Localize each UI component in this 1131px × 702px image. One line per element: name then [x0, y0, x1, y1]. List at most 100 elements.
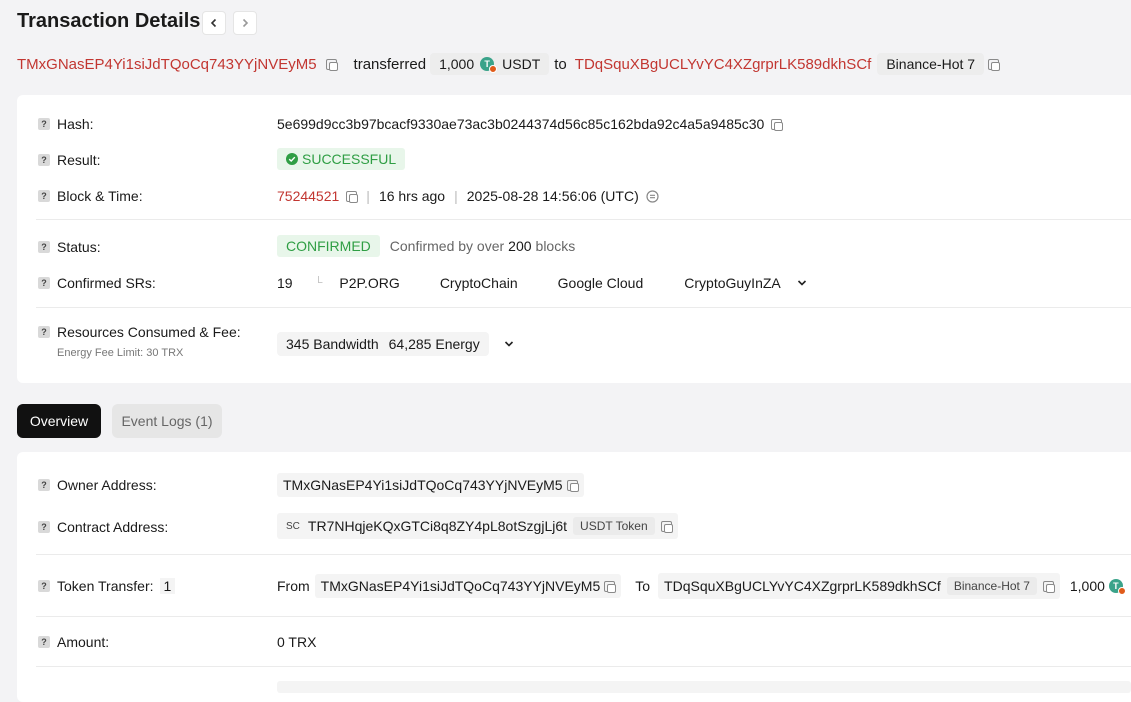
help-icon[interactable]: ? — [38, 154, 50, 166]
tree-connector: └ — [314, 277, 323, 289]
result-value: SUCCESSFUL — [302, 151, 397, 167]
block-time: 2025-08-28 14:56:06 (UTC) — [466, 188, 639, 204]
contract-address[interactable]: TR7NHqjeKQxGTCi8q8ZY4pL8otSzgjLj6t — [308, 518, 567, 534]
transfer-to-address[interactable]: TDqSquXBgUCLYvYC4XZgrprLK589dkhSCf — [664, 578, 941, 594]
help-icon[interactable]: ? — [38, 190, 50, 202]
help-icon[interactable]: ? — [38, 521, 50, 533]
sr-item[interactable]: CryptoChain — [440, 275, 518, 291]
usdt-token-icon: T — [480, 57, 498, 73]
block-value-row: 75244521 | 16 hrs ago | 2025-08-28 14:56… — [277, 188, 659, 204]
next-button[interactable] — [233, 11, 257, 35]
copy-icon[interactable] — [604, 580, 617, 593]
smart-contract-icon: SC — [286, 520, 300, 532]
check-circle-icon — [286, 153, 298, 165]
to-address-link[interactable]: TDqSquXBgUCLYvYC4XZgrprLK589dkhSCf — [575, 56, 872, 73]
token-symbol[interactable]: USDT — [502, 56, 540, 72]
to-text: To — [635, 578, 651, 594]
help-icon[interactable]: ? — [38, 479, 50, 491]
srs-count: 19 — [277, 275, 293, 291]
divider — [36, 307, 1131, 308]
copy-icon[interactable] — [325, 58, 338, 71]
result-value-row: SUCCESSFUL — [277, 148, 406, 170]
result-label: Result: — [57, 152, 101, 168]
block-label-row: ? Block & Time: — [38, 188, 143, 204]
transfer-value-row: From TMxGNasEP4Yi1siJdTQoCq743YYjNVEyM5 … — [277, 573, 1126, 599]
transfer-count: 1 — [159, 578, 176, 594]
amount-value-row: 0 TRX — [277, 634, 316, 650]
srs-label: Confirmed SRs: — [57, 275, 156, 291]
prev-button[interactable] — [202, 11, 226, 35]
divider — [36, 219, 1131, 220]
to-address-tag: Binance-Hot 7 — [877, 53, 985, 75]
srs-label-row: ? Confirmed SRs: — [38, 275, 156, 291]
hash-value: 5e699d9cc3b97bcacf9330ae73ac3b0244374d56… — [277, 116, 765, 132]
transfer-label: Token Transfer: — [57, 578, 154, 594]
srs-value-row: 19 └ P2P.ORG CryptoChain Google Cloud Cr… — [277, 275, 808, 291]
status-value-row: CONFIRMED Confirmed by over 200 blocks — [277, 235, 575, 257]
amount-pill: 1,000 T USDT — [430, 53, 550, 75]
separator: | — [366, 188, 370, 204]
tab-overview[interactable]: Overview — [17, 404, 101, 438]
confirm-count: 200 — [508, 238, 532, 254]
result-badge: SUCCESSFUL — [277, 148, 406, 170]
transfer-amount: 1,000 — [1069, 578, 1105, 594]
help-icon[interactable]: ? — [38, 241, 50, 253]
contract-label: Contract Address: — [57, 519, 169, 535]
timezone-switch-icon[interactable] — [646, 189, 659, 203]
tab-event-logs[interactable]: Event Logs (1) — [112, 404, 222, 438]
transfer-to-tag: Binance-Hot 7 — [946, 577, 1037, 595]
next-row-box — [277, 681, 1131, 693]
sr-item[interactable]: Google Cloud — [558, 275, 644, 291]
copy-icon[interactable] — [1042, 580, 1055, 593]
help-icon[interactable]: ? — [38, 636, 50, 648]
copy-icon[interactable] — [566, 479, 579, 492]
resources-label-row: ? Resources Consumed & Fee: — [38, 324, 241, 340]
contract-value-row: SC TR7NHqjeKQxGTCi8q8ZY4pL8otSzgjLj6t US… — [277, 513, 678, 539]
transfer-label-row: ? Token Transfer: 1 — [38, 578, 176, 594]
contract-tag: USDT Token — [573, 517, 655, 535]
block-number-link[interactable]: 75244521 — [277, 188, 339, 204]
fee-limit-text: Energy Fee Limit: 30 TRX — [57, 347, 184, 359]
hash-label-row: ? Hash: — [38, 116, 94, 132]
chevron-down-icon[interactable] — [503, 338, 515, 350]
chevron-right-icon — [242, 18, 249, 28]
block-age: 16 hrs ago — [378, 188, 446, 204]
from-address-link[interactable]: TMxGNasEP4Yi1siJdTQoCq743YYjNVEyM5 — [17, 56, 317, 73]
resources-label: Resources Consumed & Fee: — [57, 324, 241, 340]
confirm-prefix: Confirmed by over — [389, 238, 505, 254]
chevron-left-icon — [210, 18, 217, 28]
help-icon[interactable]: ? — [38, 580, 50, 592]
chevron-down-icon[interactable] — [796, 277, 808, 289]
owner-value-row: TMxGNasEP4Yi1siJdTQoCq743YYjNVEyM5 — [277, 473, 584, 497]
divider — [36, 616, 1131, 617]
help-icon[interactable]: ? — [38, 277, 50, 289]
copy-icon[interactable] — [771, 118, 784, 131]
owner-address-box: TMxGNasEP4Yi1siJdTQoCq743YYjNVEyM5 — [277, 473, 584, 497]
transfer-from-address[interactable]: TMxGNasEP4Yi1siJdTQoCq743YYjNVEyM5 — [321, 578, 601, 594]
status-label-row: ? Status: — [38, 239, 101, 255]
status-label: Status: — [57, 239, 101, 255]
copy-icon[interactable] — [346, 190, 359, 203]
separator: | — [454, 188, 458, 204]
usdt-token-icon: T — [1108, 579, 1126, 595]
hash-label: Hash: — [57, 116, 94, 132]
resources-value-row: 345 Bandwidth 64,285 Energy — [277, 332, 515, 356]
sr-item[interactable]: CryptoGuyInZA — [684, 275, 780, 291]
owner-label: Owner Address: — [57, 477, 157, 493]
copy-icon[interactable] — [988, 58, 1001, 71]
copy-icon[interactable] — [660, 520, 673, 533]
contract-address-box: SC TR7NHqjeKQxGTCi8q8ZY4pL8otSzgjLj6t US… — [277, 513, 678, 539]
divider — [36, 554, 1131, 555]
page-title: Transaction Details — [17, 10, 201, 32]
help-icon[interactable]: ? — [38, 118, 50, 130]
status-badge: CONFIRMED — [277, 235, 380, 257]
bandwidth-value: 345 Bandwidth — [286, 336, 379, 352]
transfer-from-box: TMxGNasEP4Yi1siJdTQoCq743YYjNVEyM5 — [314, 574, 622, 598]
sr-item[interactable]: P2P.ORG — [339, 275, 399, 291]
help-icon[interactable]: ? — [38, 326, 50, 338]
divider — [36, 666, 1131, 667]
contract-label-row: ? Contract Address: — [38, 519, 168, 535]
verb-text: transferred — [353, 55, 427, 73]
block-label: Block & Time: — [57, 188, 143, 204]
owner-address[interactable]: TMxGNasEP4Yi1siJdTQoCq743YYjNVEyM5 — [283, 477, 563, 493]
